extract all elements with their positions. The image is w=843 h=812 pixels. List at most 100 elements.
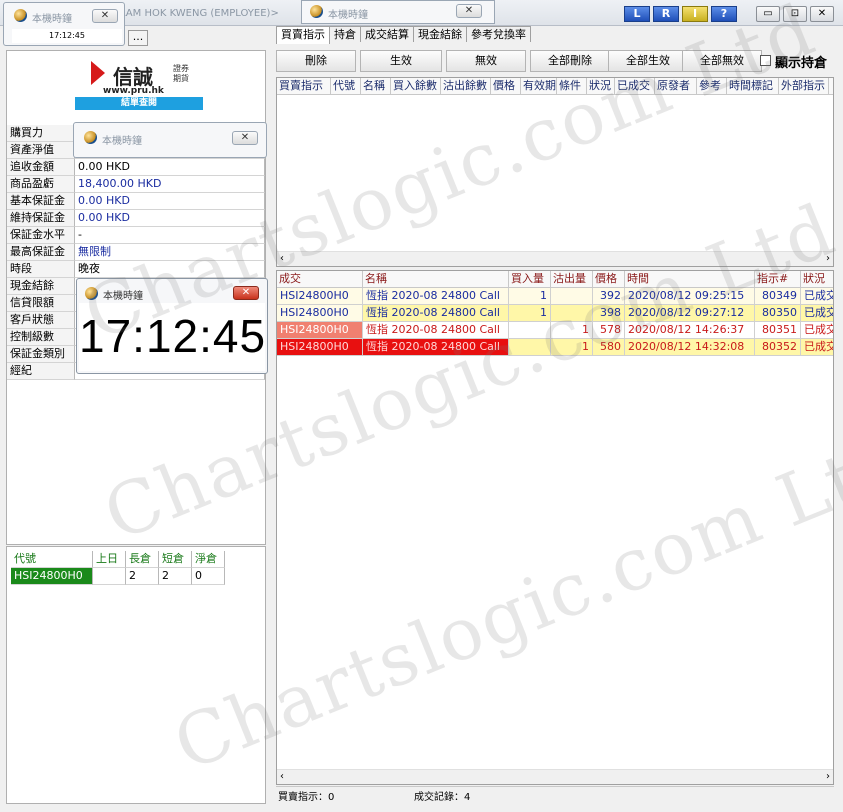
- clock-window-2-title: 本機時鐘: [328, 10, 368, 21]
- scroll-left-icon[interactable]: ‹: [280, 771, 284, 782]
- orders-col-header[interactable]: 已成交: [615, 78, 655, 95]
- orders-col-header[interactable]: 狀況: [587, 78, 615, 95]
- pos-header-short: 短倉: [159, 551, 192, 568]
- trade-row[interactable]: HSI24800H0 恆指 2020-08 24800 Call 1 392 2020/…: [277, 288, 833, 305]
- pos-long: 2: [126, 568, 159, 585]
- globe-icon: [85, 287, 98, 300]
- trades-col-header[interactable]: 名稱: [363, 271, 509, 288]
- top-button-i[interactable]: I: [682, 6, 708, 22]
- orders-col-header[interactable]: 時間標記: [727, 78, 779, 95]
- trades-scrollbar[interactable]: ‹ ›: [277, 769, 833, 784]
- deactivate-all-button[interactable]: 全部無效: [682, 50, 762, 72]
- orders-col-header[interactable]: 有效期: [521, 78, 557, 95]
- trade-row[interactable]: HSI24800H0 恆指 2020-08 24800 Call 1 580 2020/…: [277, 339, 833, 356]
- activate-all-button[interactable]: 全部生效: [608, 50, 688, 72]
- scroll-left-icon[interactable]: ‹: [280, 253, 284, 264]
- trades-col-header[interactable]: 價格: [593, 271, 625, 288]
- small-clock-more-button[interactable]: ...: [128, 30, 148, 46]
- orders-grid: 買賣指示 代號 名稱 買入餘數 沽出餘數 價格 有效期 條件 狀況 已成交 原發者 參考 時間標記 外部指…: [276, 77, 834, 267]
- account-label: 追收金額: [7, 159, 75, 176]
- account-label: 經紀: [7, 363, 75, 380]
- trade-status: 已成交: [801, 339, 833, 356]
- trades-col-header[interactable]: 指示#: [755, 271, 801, 288]
- delete-all-button[interactable]: 全部刪除: [530, 50, 610, 72]
- trades-col-header[interactable]: 沽出量: [551, 271, 593, 288]
- top-button-r[interactable]: R: [653, 6, 679, 22]
- tab-cash-balance[interactable]: 現金結餘: [413, 26, 467, 42]
- account-label: 客戶狀態: [7, 312, 75, 329]
- account-value: 無限制: [75, 244, 265, 261]
- trade-buy: [509, 339, 551, 356]
- trades-col-header[interactable]: 成交: [277, 271, 363, 288]
- pos-header-long: 長倉: [126, 551, 159, 568]
- orders-col-header[interactable]: 沽出餘數: [441, 78, 491, 95]
- delete-button[interactable]: 刪除: [276, 50, 356, 72]
- orders-col-header[interactable]: 原發者: [655, 78, 697, 95]
- orders-col-header[interactable]: 價格: [491, 78, 521, 95]
- orders-col-header[interactable]: 名稱: [361, 78, 391, 95]
- orders-col-header[interactable]: 條件: [557, 78, 587, 95]
- clock-window-3: 本機時鐘 ✕: [73, 122, 267, 158]
- account-row: 維持保証金 0.00 HKD: [7, 210, 265, 227]
- account-label: 現金結餘: [7, 278, 75, 295]
- account-label: 最高保証金: [7, 244, 75, 261]
- trades-col-header[interactable]: 買入量: [509, 271, 551, 288]
- small-clock-title: 本機時鐘: [32, 14, 72, 25]
- orders-col-header[interactable]: 買賣指示: [277, 78, 331, 95]
- trade-row[interactable]: HSI24800H0 恆指 2020-08 24800 Call 1 578 2020/…: [277, 322, 833, 339]
- trades-col-header[interactable]: 狀況: [801, 271, 833, 288]
- trade-buy: [509, 322, 551, 339]
- pos-header-prev: 上日: [93, 551, 126, 568]
- orders-col-header[interactable]: 代號: [331, 78, 361, 95]
- account-value: 0.00 HKD: [75, 159, 265, 176]
- account-label: 資產淨值: [7, 142, 75, 159]
- orders-col-header[interactable]: 買入餘數: [391, 78, 441, 95]
- trade-time: 2020/08/12 09:27:12: [625, 305, 755, 322]
- tab-trade-settlement[interactable]: 成交結算: [360, 26, 414, 42]
- show-position-checkbox[interactable]: [760, 55, 771, 66]
- orders-scrollbar[interactable]: ‹ ›: [277, 251, 833, 266]
- minimize-button[interactable]: ▭: [756, 6, 780, 22]
- right-panel: 買賣指示 持倉 成交結算 現金結餘 參考兌換率 刪除 生效 無效 全部刪除 全部生效 全…: [272, 26, 838, 806]
- status-bar: 買賣指示：0 成交記錄：4: [276, 786, 834, 803]
- scroll-right-icon[interactable]: ›: [826, 771, 830, 782]
- account-row: 保証金水平 -: [7, 227, 265, 244]
- tab-holdings[interactable]: 持倉: [329, 26, 361, 42]
- account-row: 最高保証金 無限制: [7, 244, 265, 261]
- top-button-help[interactable]: ?: [711, 6, 737, 22]
- account-label: 時段: [7, 261, 75, 278]
- account-row: 商品盈虧 18,400.00 HKD: [7, 176, 265, 193]
- settle-statement-button[interactable]: 結單查閱: [75, 97, 203, 110]
- trade-time: 2020/08/12 14:26:37: [625, 322, 755, 339]
- orders-col-header[interactable]: 外部指示: [779, 78, 829, 95]
- status-orders: 買賣指示：0: [278, 792, 335, 803]
- pos-header-net: 淨倉: [192, 551, 225, 568]
- activate-button[interactable]: 生效: [360, 50, 442, 72]
- pos-header-code: 代號: [11, 551, 93, 568]
- deactivate-button[interactable]: 無效: [446, 50, 526, 72]
- clock-window-2-close-button[interactable]: ✕: [456, 4, 482, 18]
- close-window-button[interactable]: ✕: [810, 6, 834, 22]
- trade-status: 已成交: [801, 305, 833, 322]
- show-position-label: 顯示持倉: [775, 56, 828, 71]
- trades-col-header[interactable]: 時間: [625, 271, 755, 288]
- clock-window-3-close-button[interactable]: ✕: [232, 131, 258, 145]
- big-clock-window: 本機時鐘 ✕ 17:12:45: [76, 278, 268, 374]
- small-clock-close-button[interactable]: ✕: [92, 9, 118, 23]
- top-button-l[interactable]: L: [624, 6, 650, 22]
- tab-orders[interactable]: 買賣指示: [276, 26, 330, 44]
- big-clock-close-button[interactable]: ✕: [233, 286, 259, 300]
- pos-prev: [93, 568, 126, 585]
- tab-bar: 買賣指示 持倉 成交結算 現金結餘 參考兌換率: [276, 26, 531, 46]
- maximize-button[interactable]: ⊡: [783, 6, 807, 22]
- trade-buy: 1: [509, 288, 551, 305]
- trade-row[interactable]: HSI24800H0 恆指 2020-08 24800 Call 1 398 2020/…: [277, 305, 833, 322]
- trade-name: 恆指 2020-08 24800 Call: [363, 339, 509, 356]
- pos-short: 2: [159, 568, 192, 585]
- trade-code: HSI24800H0: [277, 339, 363, 356]
- orders-col-header[interactable]: 參考: [697, 78, 727, 95]
- tab-exchange-rate[interactable]: 參考兌換率: [466, 26, 531, 42]
- scroll-right-icon[interactable]: ›: [826, 253, 830, 264]
- account-label: 基本保証金: [7, 193, 75, 210]
- main-title: LAM HOK KWENG (EMPLOYEE)>: [120, 8, 279, 19]
